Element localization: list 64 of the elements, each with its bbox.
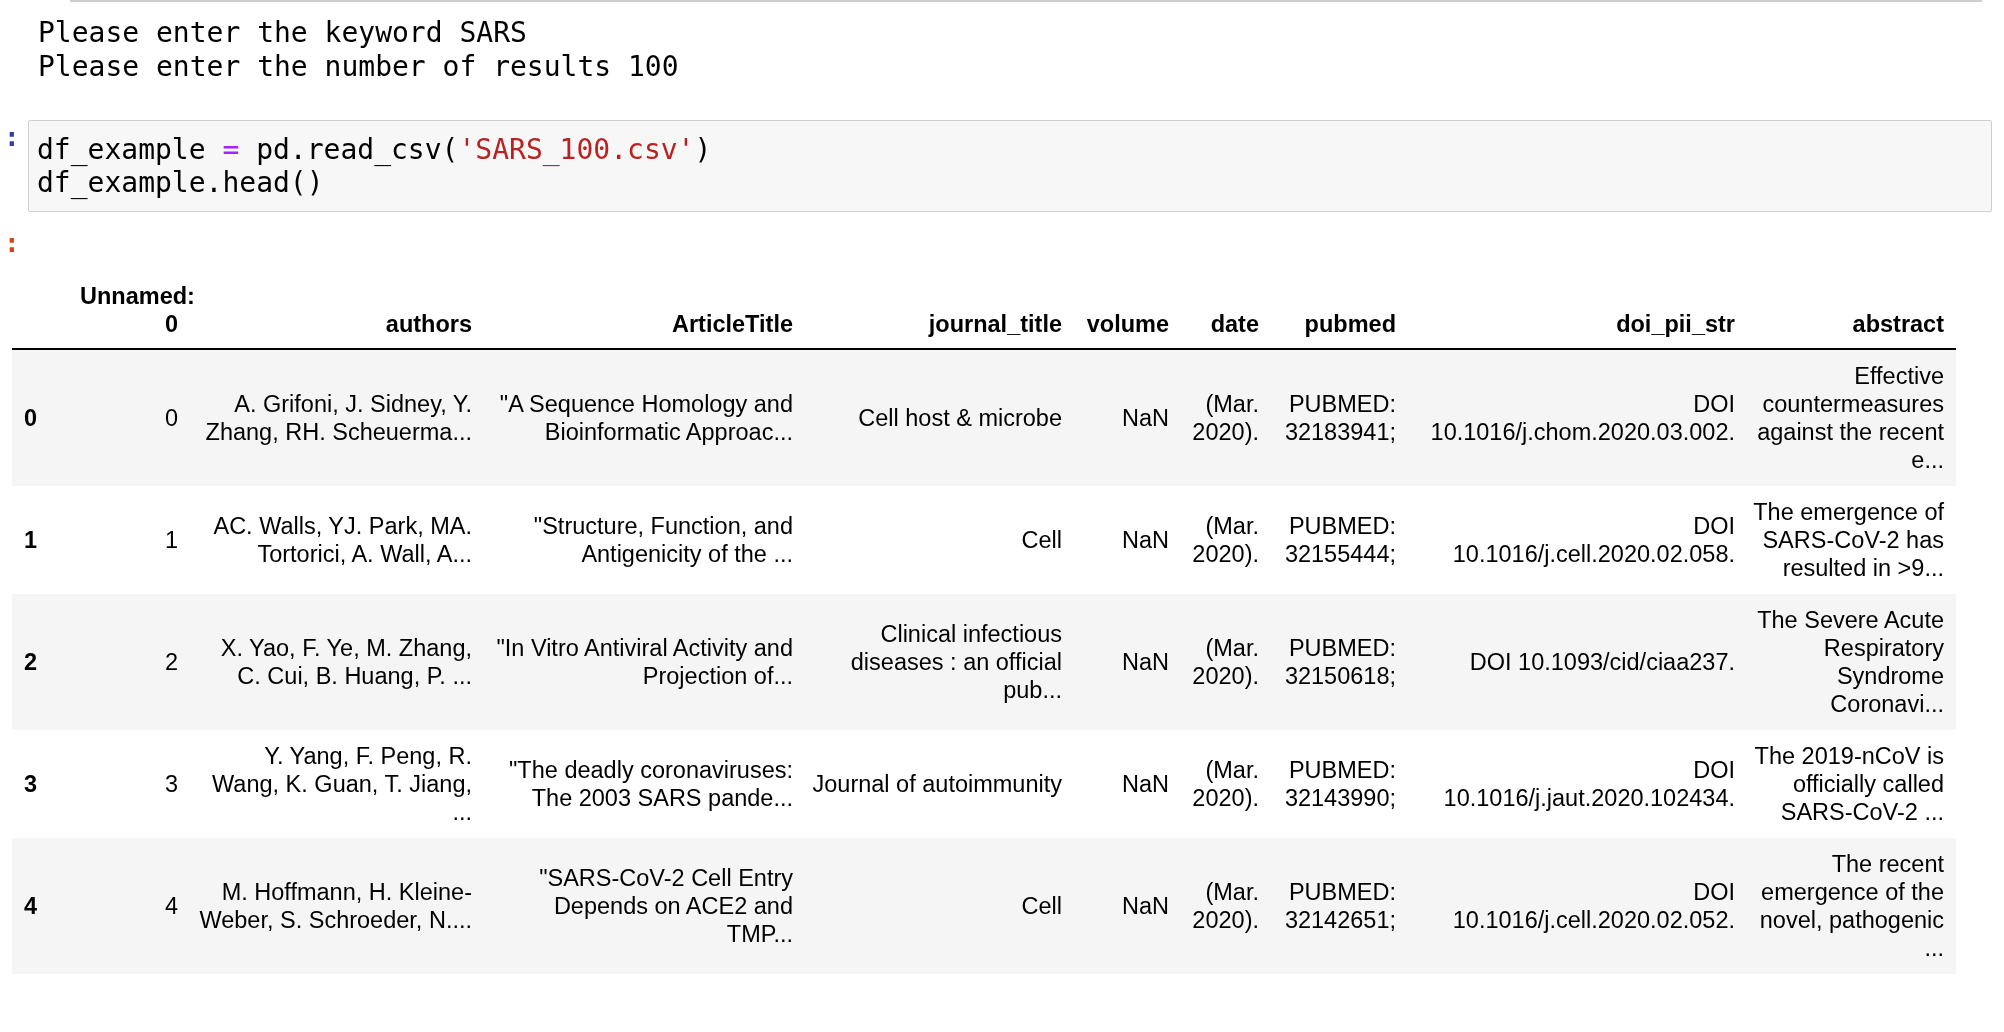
table-cell: NaN	[1074, 838, 1181, 974]
table-cell: PUBMED: 32142651;	[1271, 838, 1408, 974]
column-header: volume	[1074, 282, 1181, 349]
table-cell: Cell	[805, 486, 1074, 594]
table-cell: X. Yao, F. Ye, M. Zhang, C. Cui, B. Huang, P. ...	[190, 594, 484, 730]
table-cell: A. Grifoni, J. Sidney, Y. Zhang, RH. Scheuerma...	[190, 349, 484, 486]
row-index: 2	[12, 594, 74, 730]
column-header: date	[1181, 282, 1271, 349]
row-index: 3	[12, 730, 74, 838]
table-cell: (Mar. 2020).	[1181, 349, 1271, 486]
table-cell: DOI 10.1016/j.jaut.2020.102434.	[1408, 730, 1747, 838]
table-cell: NaN	[1074, 486, 1181, 594]
table-cell: "SARS-CoV-2 Cell Entry Depends on ACE2 and TMP...	[484, 838, 805, 974]
table-cell: DOI 10.1093/cid/ciaa237.	[1408, 594, 1747, 730]
table-cell: NaN	[1074, 594, 1181, 730]
table-cell: PUBMED: 32155444;	[1271, 486, 1408, 594]
table-cell: The Severe Acute Respiratory Syndrome Coronavi...	[1747, 594, 1956, 730]
table-cell: DOI 10.1016/j.cell.2020.02.058.	[1408, 486, 1747, 594]
table-cell: PUBMED: 32183941;	[1271, 349, 1408, 486]
code-line: df_example.head()	[37, 166, 325, 199]
input-prompt: :	[3, 121, 21, 154]
table-cell: 0	[74, 349, 190, 486]
column-header: journal_title	[805, 282, 1074, 349]
table-cell: 4	[74, 838, 190, 974]
table-cell: Y. Yang, F. Peng, R. Wang, K. Guan, T. Jiang, ...	[190, 730, 484, 838]
table-cell: PUBMED: 32150618;	[1271, 594, 1408, 730]
output-prompt: :	[3, 227, 21, 260]
table-cell: The emergence of SARS-CoV-2 has resulted in >9...	[1747, 486, 1956, 594]
table-cell: The 2019-nCoV is officially called SARS-CoV-2 ...	[1747, 730, 1956, 838]
table-cell: DOI 10.1016/j.chom.2020.03.002.	[1408, 349, 1747, 486]
output-text-line: Please enter the number of results 100	[38, 50, 680, 84]
table-cell: 1	[74, 486, 190, 594]
column-header: doi_pii_str	[1408, 282, 1747, 349]
column-header: abstract	[1747, 282, 1956, 349]
table-cell: M. Hoffmann, H. Kleine-Weber, S. Schroeder, N....	[190, 838, 484, 974]
table-cell: Clinical infectious diseases : an official pub...	[805, 594, 1074, 730]
code-line: df_example = pd.read_csv('SARS_100.csv')	[37, 133, 713, 166]
table-cell: (Mar. 2020).	[1181, 594, 1271, 730]
table-cell: (Mar. 2020).	[1181, 486, 1271, 594]
table-cell: AC. Walls, YJ. Park, MA. Tortorici, A. Wall, A...	[190, 486, 484, 594]
table-cell: "The deadly coronaviruses: The 2003 SARS pande...	[484, 730, 805, 838]
table-cell: (Mar. 2020).	[1181, 838, 1271, 974]
column-header: ArticleTitle	[484, 282, 805, 349]
row-index: 1	[12, 486, 74, 594]
code-cell[interactable]: df_example = pd.read_csv('SARS_100.csv') df_example.head()	[28, 120, 1992, 212]
row-index: 0	[12, 349, 74, 486]
table-cell: NaN	[1074, 349, 1181, 486]
output-text-line: Please enter the keyword SARS	[38, 16, 528, 50]
table-cell: "A Sequence Homology and Bioinformatic Approac...	[484, 349, 805, 486]
table-cell: The recent emergence of the novel, pathogenic ...	[1747, 838, 1956, 974]
table-cell: 3	[74, 730, 190, 838]
table-cell: NaN	[1074, 730, 1181, 838]
table-cell: Cell	[805, 838, 1074, 974]
table-cell: PUBMED: 32143990;	[1271, 730, 1408, 838]
table-cell: DOI 10.1016/j.cell.2020.02.052.	[1408, 838, 1747, 974]
table-cell: (Mar. 2020).	[1181, 730, 1271, 838]
row-index: 4	[12, 838, 74, 974]
table-cell: "In Vitro Antiviral Activity and Projection of...	[484, 594, 805, 730]
table-cell: Cell host & microbe	[805, 349, 1074, 486]
table-cell: "Structure, Function, and Antigenicity of the ...	[484, 486, 805, 594]
column-header: pubmed	[1271, 282, 1408, 349]
table-cell: 2	[74, 594, 190, 730]
table-cell: Effective countermeasures against the recent e...	[1747, 349, 1956, 486]
table-cell: Journal of autoimmunity	[805, 730, 1074, 838]
